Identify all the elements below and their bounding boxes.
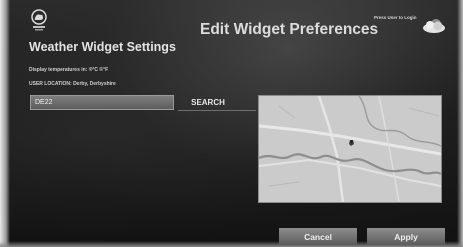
login-hint: Press User to Login	[374, 15, 417, 20]
cancel-button[interactable]: Cancel	[279, 228, 357, 245]
search-divider	[178, 110, 256, 111]
apply-button[interactable]: Apply	[367, 228, 445, 245]
cloud-icon	[421, 17, 447, 35]
user-location: USER LOCATION: Derby, Derbyshire	[29, 81, 116, 87]
location-search-input[interactable]	[30, 95, 174, 110]
weather-logo-icon	[30, 8, 48, 32]
page-title: Edit Widget Preferences	[200, 21, 379, 38]
settings-title: Weather Widget Settings	[29, 40, 176, 54]
temperature-unit-setting[interactable]: Display temperatures in: ®°C ®°F	[29, 67, 108, 73]
location-map[interactable]	[258, 95, 442, 203]
widget-preferences-screen: Weather Widget Settings Edit Widget Pref…	[0, 0, 463, 247]
search-button[interactable]: SEARCH	[178, 95, 238, 110]
screen-bezel-right	[457, 0, 463, 247]
screen-bezel-left	[0, 0, 10, 247]
